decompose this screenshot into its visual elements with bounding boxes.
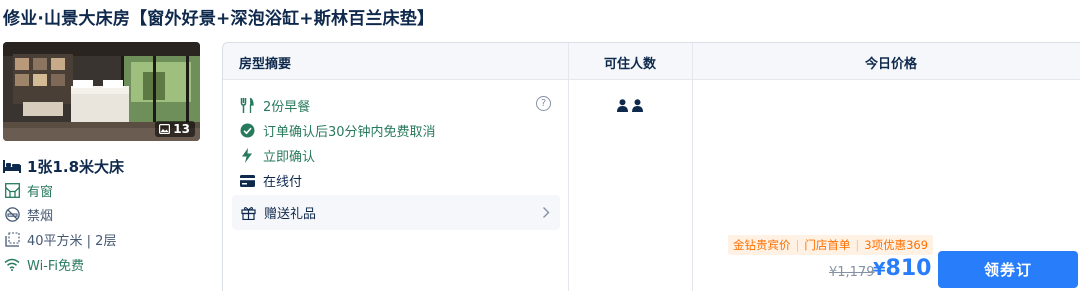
book-button[interactable]: 领券订 xyxy=(938,251,1078,288)
promo-separator: | xyxy=(855,238,860,252)
bed-label: 1张1.8米大床 xyxy=(27,158,125,176)
cutlery-icon xyxy=(239,98,255,114)
check-circle-icon xyxy=(239,123,255,139)
currency-symbol: ¥ xyxy=(873,259,886,280)
guest-capacity xyxy=(617,99,643,112)
gift-row[interactable]: 赠送礼品 xyxy=(232,195,560,230)
perk-payment: 在线付 xyxy=(239,171,302,190)
gift-icon xyxy=(241,206,256,220)
gift-label: 赠送礼品 xyxy=(264,207,317,222)
no-smoking-icon xyxy=(3,207,21,223)
promo-tag: 门店首单 xyxy=(804,238,851,252)
window-icon xyxy=(3,183,21,199)
bed-icon xyxy=(3,159,21,175)
feature-bed: 1张1.8米大床 xyxy=(3,156,124,177)
column-divider xyxy=(692,43,693,291)
header-summary: 房型摘要 xyxy=(239,57,292,72)
photo-count-badge[interactable]: 13 xyxy=(155,121,195,137)
header-guests: 可住人数 xyxy=(604,57,657,72)
perk-cancel: 订单确认后30分钟内免费取消 xyxy=(239,121,436,140)
wifi-label: Wi-Fi免费 xyxy=(27,259,85,274)
lightning-icon xyxy=(239,148,255,164)
table-header: 房型摘要 可住人数 今日价格 xyxy=(223,43,1080,80)
wifi-icon xyxy=(3,257,21,273)
promo-tag: 金钻贵宾价 xyxy=(733,238,791,252)
photo-count: 13 xyxy=(173,122,190,136)
breakfast-label: 2份早餐 xyxy=(263,100,311,115)
feature-window: 有窗 xyxy=(3,181,53,200)
cancel-label: 订单确认后30分钟内免费取消 xyxy=(263,125,436,140)
payment-label: 在线付 xyxy=(263,175,303,190)
promo-separator: | xyxy=(795,238,800,252)
promo-tags[interactable]: 金钻贵宾价 | 门店首单 | 3项优惠369 xyxy=(728,235,934,255)
area-floor-label: 40平方米 | 2层 xyxy=(27,234,117,249)
smoking-label: 禁烟 xyxy=(27,209,54,224)
room-title: 修业·山景大床房【窗外好景+深泡浴缸+斯林百兰床垫】 xyxy=(3,9,435,29)
person-icon xyxy=(617,99,628,112)
perk-instant: 立即确认 xyxy=(239,146,315,165)
perk-breakfast: 2份早餐 xyxy=(239,96,310,115)
feature-wifi: Wi-Fi免费 xyxy=(3,255,84,274)
header-price: 今日价格 xyxy=(865,57,918,72)
promo-tag: 3项优惠369 xyxy=(864,238,929,252)
instant-label: 立即确认 xyxy=(263,150,316,165)
card-icon xyxy=(239,173,255,189)
image-icon xyxy=(159,124,171,134)
chevron-right-icon xyxy=(542,204,550,223)
feature-smoking: 禁烟 xyxy=(3,205,53,224)
column-divider xyxy=(568,43,569,291)
current-price[interactable]: ¥810 xyxy=(873,256,931,281)
room-photo[interactable]: 13 xyxy=(3,42,200,141)
person-icon xyxy=(632,99,643,112)
feature-area: 40平方米 | 2层 xyxy=(3,230,116,249)
original-price: ¥1,179 xyxy=(829,265,875,280)
question-icon[interactable]: ? xyxy=(536,96,551,111)
area-icon xyxy=(3,232,21,248)
window-label: 有窗 xyxy=(27,185,54,200)
price-amount: 810 xyxy=(885,256,932,281)
